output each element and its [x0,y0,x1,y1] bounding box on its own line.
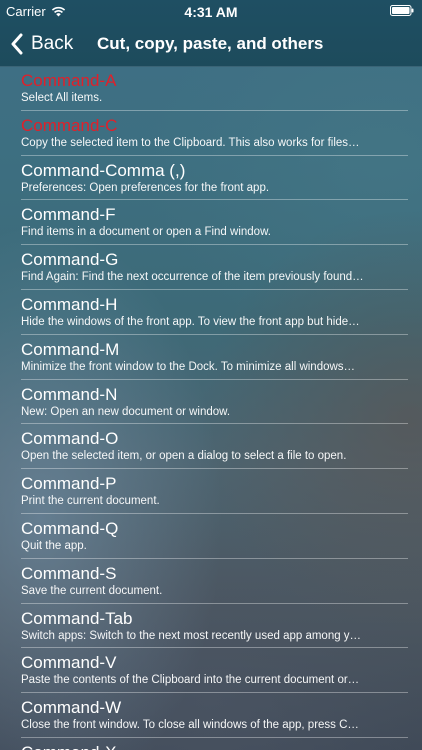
shortcut-key: Command-O [21,429,119,449]
back-label: Back [31,33,74,54]
shortcut-key: Command-X [21,742,408,750]
status-bar: Carrier 4:31 AM [0,0,422,22]
shortcut-row-command-h[interactable]: Command-H Hide the windows of the front … [0,290,422,335]
shortcut-row-command-s[interactable]: Command-S Save the current document. [0,559,422,604]
shortcut-description: Switch apps: Switch to the next most rec… [21,629,362,642]
shortcut-row-command-a[interactable]: Command-A Select All items. [0,66,422,111]
shortcut-key: Command-A [21,71,117,90]
shortcut-key: Command-Tab [21,608,133,628]
shortcut-row-command-comma[interactable]: Command-Comma (,) Preferences: Open pref… [0,156,422,201]
shortcut-description: New: Open an new document or window. [21,405,231,418]
shortcut-row-command-n[interactable]: Command-N New: Open an new document or w… [0,380,422,425]
page-title: Cut, copy, paste, and others [97,34,324,53]
shortcut-description: Select All items. [21,92,103,104]
shortcut-row-command-g[interactable]: Command-G Find Again: Find the next occu… [0,245,422,290]
shortcut-key: Command-V [21,653,117,673]
navigation-bar: Back Cut, copy, paste, and others [0,22,422,66]
shortcut-row-command-f[interactable]: Command-F Find items in a document or op… [0,200,422,245]
shortcut-description: Print the current document. [21,495,160,508]
shortcut-row-command-c[interactable]: Command-C Copy the selected item to the … [0,111,422,156]
back-button[interactable]: Back [10,30,73,58]
shortcut-key: Command-N [21,384,118,404]
shortcut-key: Command-M [21,339,120,359]
shortcut-list: Command-A Select All items. Command-C Co… [0,66,422,750]
shortcut-key: Command-H [21,294,118,314]
shortcut-description: Minimize the front window to the Dock. T… [21,360,356,373]
shortcut-row-command-tab[interactable]: Command-Tab Switch apps: Switch to the n… [0,604,422,649]
shortcut-description: Preferences: Open preferences for the fr… [21,181,270,194]
chevron-left-icon [11,33,23,55]
shortcut-description: Find items in a document or open a Find … [21,226,271,239]
shortcut-description: Open the selected item, or open a dialog… [21,450,347,463]
shortcut-row-command-x[interactable]: Command-X [0,738,422,750]
battery-icon [390,5,414,16]
shortcut-row-command-v[interactable]: Command-V Paste the contents of the Clip… [0,648,422,693]
shortcut-description: Paste the contents of the Clipboard into… [21,674,360,687]
shortcut-description: Save the current document. [21,584,163,597]
shortcut-row-command-q[interactable]: Command-Q Quit the app. [0,514,422,559]
shortcut-description: Quit the app. [21,539,87,552]
shortcut-key: Command-W [21,698,122,718]
shortcut-key: Command-C [21,115,118,135]
shortcut-key: Command-Comma (,) [21,160,186,180]
shortcut-key: Command-S [21,563,117,583]
shortcut-description: Copy the selected item to the Clipboard.… [21,136,360,149]
shortcut-description: Close the front window. To close all win… [21,719,359,732]
shortcut-key: Command-F [21,205,116,225]
shortcut-row-command-m[interactable]: Command-M Minimize the front window to t… [0,335,422,380]
status-time: 4:31 AM [184,4,238,20]
shortcut-description: Hide the windows of the front app. To vi… [21,315,360,328]
shortcut-row-command-o[interactable]: Command-O Open the selected item, or ope… [0,424,422,469]
shortcut-description: Find Again: Find the next occurrence of … [21,271,364,284]
shortcut-key: Command-Q [21,518,119,538]
shortcut-key: Command-G [21,250,119,270]
top-bar: Carrier 4:31 AM Back Cut, copy, paste, a… [0,0,422,67]
shortcut-row-command-p[interactable]: Command-P Print the current document. [0,469,422,514]
shortcut-row-command-w[interactable]: Command-W Close the front window. To clo… [0,693,422,738]
shortcut-key: Command-P [21,474,117,494]
